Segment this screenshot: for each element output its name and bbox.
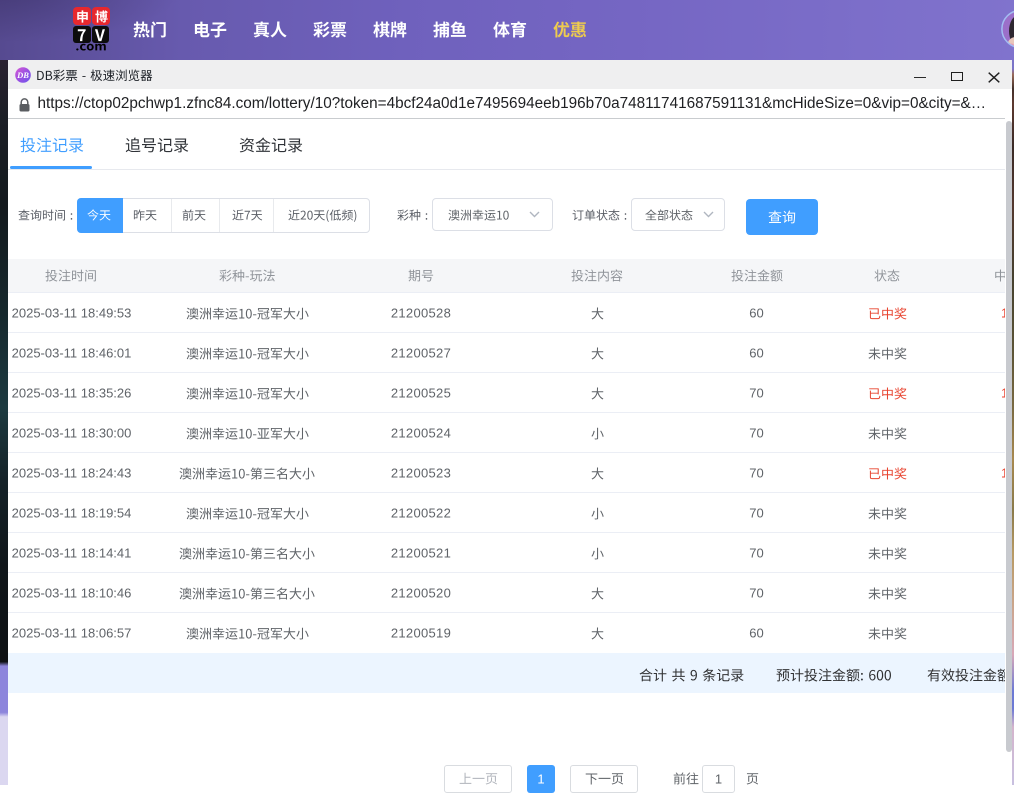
svg-text:DB: DB bbox=[16, 70, 29, 80]
